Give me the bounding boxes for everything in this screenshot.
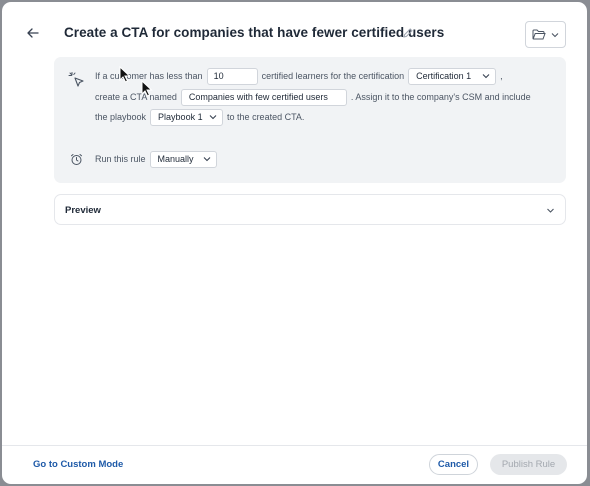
chevron-down-icon <box>547 208 554 213</box>
rule-text-playbook: the playbook <box>95 112 147 122</box>
rule-text-certified: certified learners for the certification <box>261 71 405 81</box>
back-button[interactable] <box>24 24 42 42</box>
rule-text-comma: , <box>500 71 503 81</box>
schedule-select[interactable]: Manually <box>149 150 217 168</box>
arrow-left-icon <box>27 28 39 38</box>
chevron-down-icon <box>209 115 217 120</box>
pointer-click-icon <box>68 72 84 87</box>
publish-rule-button[interactable]: Publish Rule <box>490 454 567 475</box>
chevron-down-icon <box>203 157 210 162</box>
rule-text-create: create a CTA named <box>95 92 177 102</box>
cta-name-input[interactable]: Companies with few certified users <box>180 88 347 106</box>
folder-icon <box>532 29 546 40</box>
page-title: Create a CTA for companies that have few… <box>64 25 445 40</box>
pencil-icon[interactable] <box>402 27 414 39</box>
schedule-select-value: Manually <box>157 154 194 164</box>
preview-label: Preview <box>65 205 101 216</box>
certification-select[interactable]: Certification 1 <box>408 67 497 85</box>
alarm-clock-icon <box>71 154 82 165</box>
schedule-line: Run this rule Manually <box>95 150 221 168</box>
rule-text-assign: . Assign it to the company's CSM and inc… <box>350 92 531 102</box>
chevron-down-icon <box>551 32 559 37</box>
cancel-button[interactable]: Cancel <box>429 454 478 475</box>
rule-text-to-created: to the created CTA. <box>227 112 305 122</box>
preview-accordion[interactable]: Preview <box>54 194 566 225</box>
go-to-custom-mode-link[interactable]: Go to Custom Mode <box>33 459 123 470</box>
folder-select-button[interactable] <box>525 21 566 48</box>
playbook-select[interactable]: Playbook 1 <box>150 108 224 126</box>
playbook-select-value: Playbook 1 <box>158 112 203 122</box>
learners-count-input[interactable]: 10 <box>206 67 258 85</box>
rule-line-condition: If a customer has less than 10 certified… <box>95 67 503 85</box>
create-rule-modal: Create a CTA for companies that have few… <box>2 2 587 484</box>
rule-line-playbook: the playbook Playbook 1 to the created C… <box>95 108 304 126</box>
footer-divider <box>2 445 587 446</box>
certification-select-value: Certification 1 <box>416 71 472 81</box>
chevron-down-icon <box>482 74 490 79</box>
mouse-cursor-icon <box>119 66 131 83</box>
schedule-label: Run this rule <box>95 154 146 164</box>
rule-line-create: create a CTA named Companies with few ce… <box>95 88 531 106</box>
mouse-cursor-icon <box>141 80 153 97</box>
